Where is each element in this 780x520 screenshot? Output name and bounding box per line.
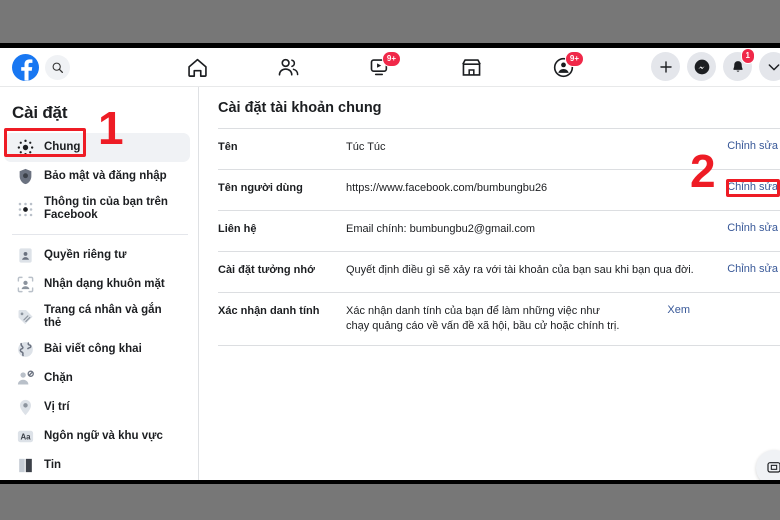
chevron-down-icon — [768, 63, 779, 70]
sidebar-item-ngon-ngu[interactable]: Aa Ngôn ngữ và khu vực — [4, 422, 190, 451]
facebook-logo[interactable] — [12, 54, 39, 81]
nav-marketplace[interactable] — [445, 51, 499, 85]
row-edit-link-username[interactable]: Chỉnh sửa — [724, 181, 780, 193]
block-user-icon — [16, 369, 35, 388]
top-navigation-bar: 9+ 9+ 1 — [0, 48, 780, 87]
row-edit-link[interactable]: Chỉnh sửa — [724, 222, 780, 234]
nav-home[interactable] — [170, 51, 224, 85]
letterbox-bottom — [0, 484, 780, 520]
sidebar-label: Chung — [44, 141, 81, 153]
sidebar-label: Thông tin của bạn trên Facebook — [44, 196, 168, 221]
sidebar-item-quyen-rieng-tu[interactable]: Quyền riêng tư — [4, 241, 190, 270]
sidebar-item-thong-tin[interactable]: Thông tin của bạn trên Facebook — [4, 191, 190, 227]
sidebar-item-chan[interactable]: Chặn — [4, 364, 190, 393]
face-recognition-icon — [16, 275, 35, 294]
row-value: Email chính: bumbungbu2@gmail.com — [346, 223, 536, 235]
lock-icon — [16, 246, 35, 265]
sidebar-item-nhan-dang-khuon-mat[interactable]: Nhận dạng khuôn mặt — [4, 270, 190, 299]
row-label: Xác nhận danh tính — [218, 305, 320, 317]
row-value: Xác nhận danh tính của bạn để làm những … — [346, 305, 620, 332]
stories-book-icon — [16, 456, 35, 475]
row-label: Liên hệ — [218, 223, 257, 235]
row-view-link[interactable]: Xem — [636, 304, 692, 316]
row-value: https://www.facebook.com/bumbungbu26 — [346, 182, 548, 194]
sidebar-label: Vị trí — [44, 401, 70, 413]
sidebar-item-vi-tri[interactable]: Vị trí — [4, 393, 190, 422]
annotation-number-2: 2 — [690, 145, 716, 197]
nav-groups[interactable]: 9+ — [536, 50, 590, 85]
nav-friends[interactable] — [262, 51, 316, 85]
sidebar-item-bao-mat[interactable]: Bảo mật và đăng nhập — [4, 162, 190, 191]
nav-groups-badge: 9+ — [564, 50, 584, 67]
account-menu-button[interactable] — [759, 52, 780, 81]
nav-watch-badge: 9+ — [381, 50, 401, 67]
letterbox-top — [0, 0, 780, 43]
annotation-number-1: 1 — [98, 102, 124, 154]
general-gear-icon — [16, 138, 35, 157]
row-label: Tên — [218, 141, 238, 153]
row-label: Cài đặt tưởng nhớ — [218, 264, 315, 276]
sidebar-label: Bảo mật và đăng nhập — [44, 170, 167, 182]
sidebar-label: Bài viết công khai — [44, 343, 142, 355]
friends-icon — [278, 58, 299, 76]
sidebar-item-chung[interactable]: Chung — [4, 133, 190, 162]
primary-nav: 9+ 9+ — [170, 48, 590, 87]
language-aa-icon: Aa — [16, 427, 35, 446]
home-icon — [187, 58, 207, 77]
sidebar-label: Tin — [44, 459, 62, 471]
create-button[interactable] — [651, 52, 680, 81]
sidebar-divider — [12, 234, 188, 235]
table-row: Xác nhận danh tính Xác nhận danh tính củ… — [218, 293, 780, 346]
row-value: Túc Túc — [346, 141, 386, 153]
location-pin-icon — [16, 398, 35, 417]
search-button[interactable] — [45, 55, 70, 80]
account-actions: 1 — [651, 48, 780, 81]
sidebar-label: Quyền riêng tư — [44, 249, 127, 261]
search-icon — [52, 62, 63, 73]
messenger-icon — [694, 59, 709, 74]
notifications-button[interactable]: 1 — [723, 48, 755, 81]
globe-icon — [16, 340, 35, 359]
sidebar-label: Chặn — [44, 372, 73, 384]
chat-bubble-icon — [767, 462, 780, 473]
marketplace-icon — [462, 59, 481, 76]
sidebar-label: Trang cá nhân và gắn thẻ — [44, 304, 162, 329]
svg-text:Aa: Aa — [20, 433, 31, 442]
notifications-badge: 1 — [740, 48, 755, 64]
messenger-button[interactable] — [687, 52, 716, 81]
sidebar-item-tin[interactable]: Tin — [4, 451, 190, 480]
row-edit-link[interactable]: Chỉnh sửa — [724, 140, 780, 152]
row-value: Quyết định điều gì sẽ xảy ra với tài kho… — [346, 264, 694, 276]
row-edit-link[interactable]: Chỉnh sửa — [724, 263, 780, 275]
sidebar-label: Nhận dạng khuôn mặt — [44, 278, 165, 290]
screenshot-canvas: 9+ 9+ 1 Cài đặt Chung Bảo mật và đăng nh… — [0, 0, 780, 520]
tag-icon — [16, 308, 35, 327]
sidebar-label: Ngôn ngữ và khu vực — [44, 430, 163, 442]
sidebar-item-bai-viet-cong-khai[interactable]: Bài viết công khai — [4, 335, 190, 364]
plus-icon — [659, 60, 672, 73]
shield-icon — [16, 167, 35, 186]
table-row: Liên hệ Email chính: bumbungbu2@gmail.co… — [218, 211, 780, 252]
page-title: Cài đặt tài khoản chung — [218, 100, 382, 116]
grid-dots-icon — [16, 200, 35, 219]
sidebar-item-trang-ca-nhan[interactable]: Trang cá nhân và gắn thẻ — [4, 299, 190, 335]
row-label: Tên người dùng — [218, 182, 303, 194]
nav-watch[interactable]: 9+ — [353, 50, 407, 85]
table-row: Cài đặt tưởng nhớ Quyết định điều gì sẽ … — [218, 252, 780, 293]
